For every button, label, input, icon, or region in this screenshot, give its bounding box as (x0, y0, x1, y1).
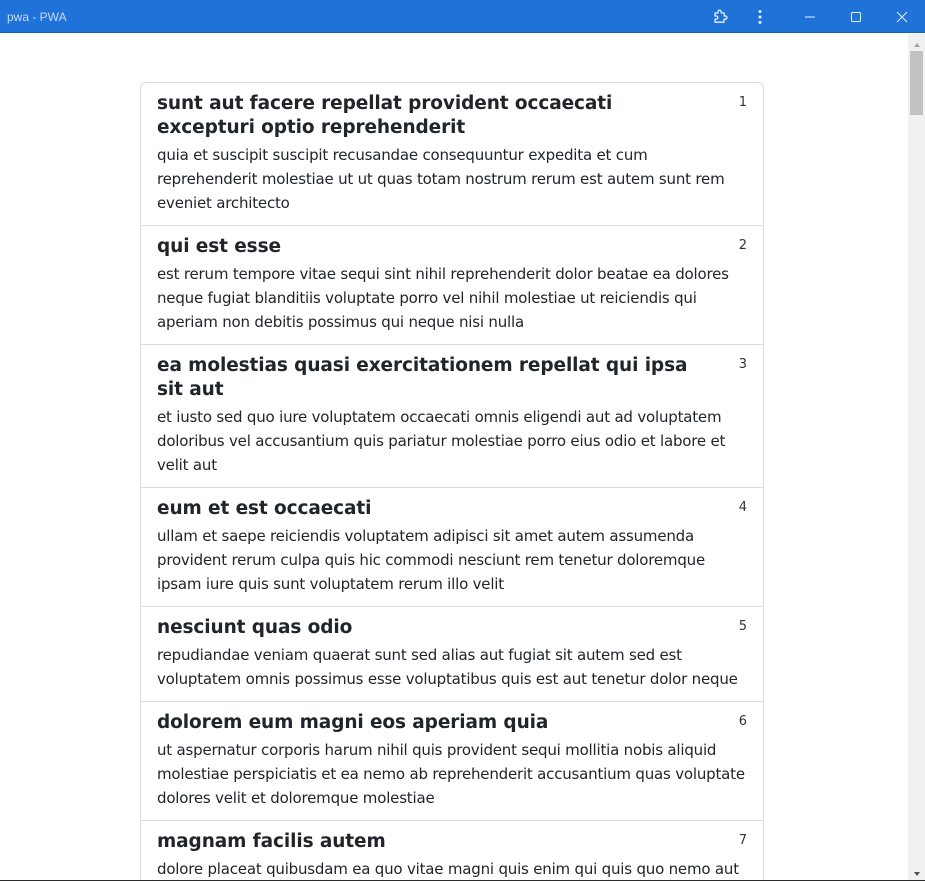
post-id: 3 (738, 357, 747, 372)
post-id: 6 (738, 714, 747, 729)
post-id: 2 (738, 238, 747, 253)
vertical-scrollbar[interactable] (908, 34, 925, 880)
post-body: ullam et saepe reiciendis voluptatem adi… (157, 527, 705, 593)
post-title: magnam facilis autem (157, 831, 386, 852)
post-body: et iusto sed quo iure voluptatem occaeca… (157, 408, 726, 474)
post-title: dolorem eum magni eos aperiam quia (157, 712, 549, 733)
post-body: dolore placeat quibusdam ea quo vitae ma… (157, 860, 739, 878)
maximize-button[interactable] (833, 0, 879, 33)
post-title: ea molestias quasi exercitationem repell… (157, 355, 688, 400)
maximize-icon (850, 11, 862, 23)
arrow-down-icon (913, 862, 921, 880)
post-id: 5 (738, 619, 747, 634)
list-item[interactable]: nesciunt quas odio 5 repudiandae veniam … (141, 607, 763, 702)
post-id: 4 (738, 500, 747, 515)
page-viewport: sunt aut facere repellat provident occae… (0, 34, 908, 880)
close-icon (896, 11, 908, 23)
post-body: ut aspernatur corporis harum nihil quis … (157, 741, 745, 807)
scroll-down-button[interactable] (908, 863, 925, 880)
post-title: eum et est occaecati (157, 498, 372, 519)
minimize-button[interactable] (787, 0, 833, 33)
extensions-icon (711, 8, 729, 26)
scroll-up-button[interactable] (908, 34, 925, 51)
app-window: pwa - PWA sunt aut facere repellat provi… (0, 0, 925, 881)
post-body: est rerum tempore vitae sequi sint nihil… (157, 265, 729, 331)
post-id: 7 (738, 833, 747, 848)
post-title: sunt aut facere repellat provident occae… (157, 93, 613, 138)
title-bar[interactable]: pwa - PWA (0, 0, 925, 33)
post-body: repudiandae veniam quaerat sunt sed alia… (157, 646, 738, 688)
list-item[interactable]: dolorem eum magni eos aperiam quia 6 ut … (141, 702, 763, 821)
more-vert-icon (757, 9, 763, 25)
list-item[interactable]: ea molestias quasi exercitationem repell… (141, 345, 763, 488)
more-options-button[interactable] (737, 0, 783, 33)
post-list: sunt aut facere repellat provident occae… (140, 82, 764, 880)
close-button[interactable] (879, 0, 925, 33)
post-id: 1 (738, 95, 747, 110)
arrow-up-icon (913, 33, 921, 52)
minimize-icon (804, 11, 816, 23)
window-title: pwa - PWA (7, 10, 67, 24)
list-item[interactable]: sunt aut facere repellat provident occae… (141, 83, 763, 226)
list-item[interactable]: eum et est occaecati 4 ullam et saepe re… (141, 488, 763, 607)
post-title: qui est esse (157, 236, 281, 257)
list-item[interactable]: magnam facilis autem 7 dolore placeat qu… (141, 821, 763, 880)
post-title: nesciunt quas odio (157, 617, 353, 638)
list-item[interactable]: qui est esse 2 est rerum tempore vitae s… (141, 226, 763, 345)
scrollbar-thumb[interactable] (910, 51, 923, 115)
post-body: quia et suscipit suscipit recusandae con… (157, 146, 725, 212)
